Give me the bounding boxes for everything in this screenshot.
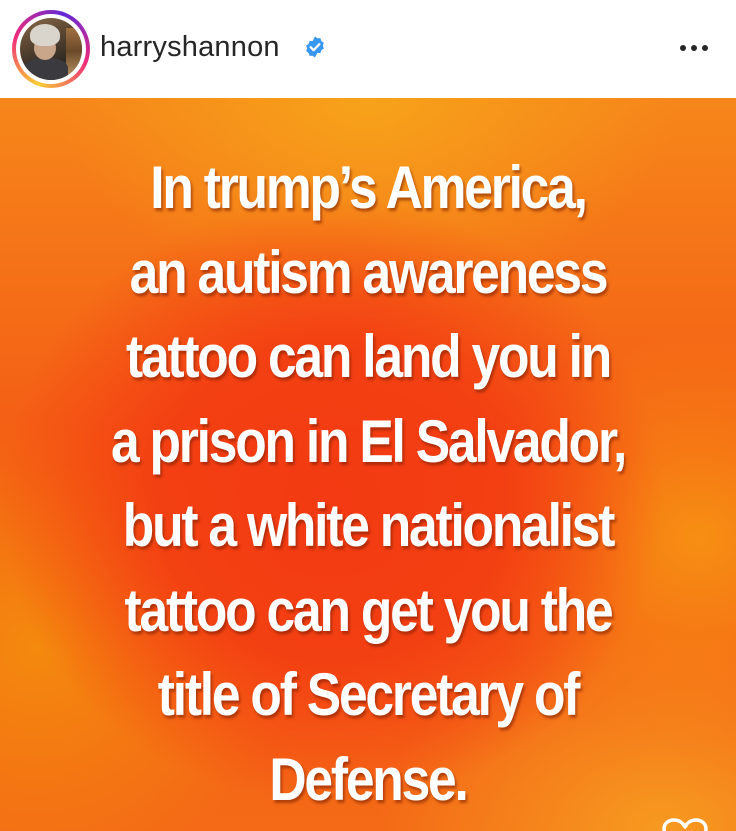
verified-badge-icon xyxy=(306,36,324,58)
instagram-post: harryshannon In trump’s America, an auti… xyxy=(0,0,736,831)
username-link[interactable]: harryshannon xyxy=(100,28,280,66)
quote-line: but a white nationalist xyxy=(122,492,616,559)
quote-line: a prison in El Salvador, xyxy=(110,407,627,475)
avatar-photo xyxy=(20,18,82,80)
more-dot xyxy=(702,45,708,51)
quote-line: In trump’s America, xyxy=(150,154,588,221)
quote-line: title of Secretary of xyxy=(157,661,581,728)
more-dot xyxy=(680,45,686,51)
more-options-icon[interactable] xyxy=(676,36,712,60)
avatar-border xyxy=(16,14,86,84)
avatar-background-shelf xyxy=(66,28,82,74)
quote-line: tattoo can land you in xyxy=(125,323,612,390)
post-header: harryshannon xyxy=(0,0,736,98)
heart-icon[interactable] xyxy=(660,818,710,831)
more-dot xyxy=(691,45,697,51)
post-image[interactable]: In trump’s America, an autism awareness … xyxy=(0,98,736,831)
quote-line: an autism awareness xyxy=(129,238,609,306)
quote-text: In trump’s America, an autism awareness … xyxy=(0,146,736,822)
quote-line: Defense. xyxy=(269,745,468,813)
quote-line: tattoo can get you the xyxy=(124,576,614,644)
avatar-shirt xyxy=(24,58,68,80)
avatar-hair xyxy=(30,24,60,46)
avatar[interactable] xyxy=(12,10,90,88)
